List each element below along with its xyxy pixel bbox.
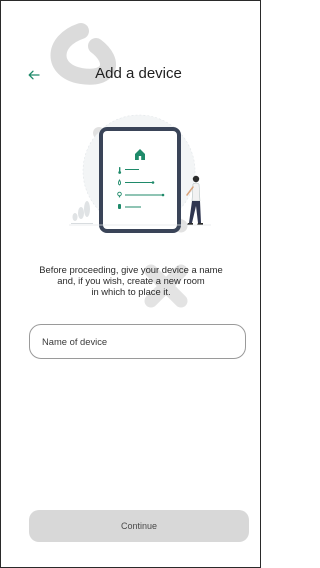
- device-name-input[interactable]: [29, 324, 246, 359]
- app-screen: Add a device Before proceeding, give you…: [0, 0, 261, 568]
- continue-button[interactable]: Continue: [29, 510, 249, 542]
- instruction-line-3: in which to place it.: [91, 286, 171, 297]
- plug-icon: [118, 204, 121, 209]
- device-illustration: [69, 114, 211, 233]
- instruction-line-1: Before proceeding, give your device a na…: [39, 264, 223, 275]
- page-title: Add a device: [95, 65, 182, 82]
- header-bar: Add a device: [1, 61, 260, 91]
- tablet-graphic: [99, 127, 181, 233]
- instruction-text: Before proceeding, give your device a na…: [31, 264, 231, 297]
- plant-graphic: [71, 201, 93, 224]
- instruction-line-2: and, if you wish, create a new room: [57, 275, 205, 286]
